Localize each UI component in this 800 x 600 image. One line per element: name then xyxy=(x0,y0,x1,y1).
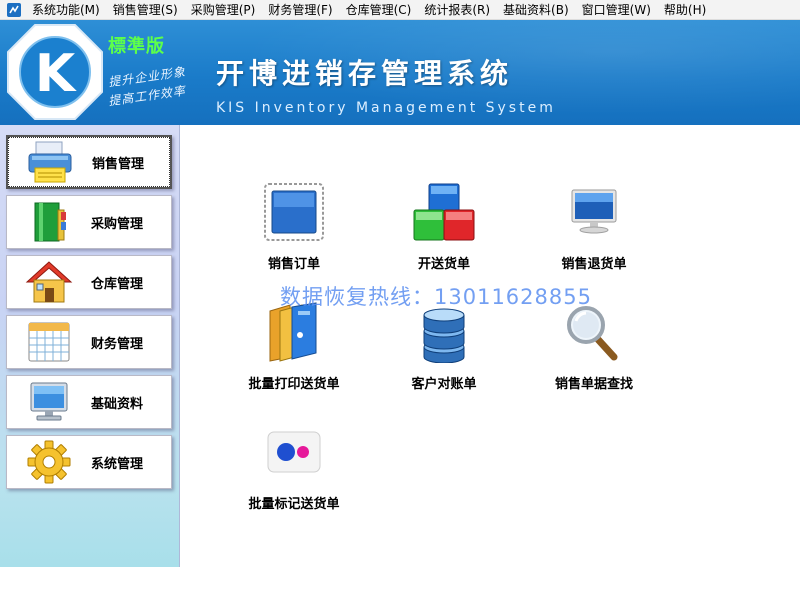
tile-batch-print[interactable]: 批量打印送货单 xyxy=(219,297,369,407)
header-banner: K 標準版 提升企业形象 提高工作效率 开博进销存管理系统 KIS Invent… xyxy=(0,20,800,125)
sidebar-item-warehouse[interactable]: 仓库管理 xyxy=(6,255,172,309)
tile-label: 批量标记送货单 xyxy=(248,497,340,512)
flickr-dots-icon xyxy=(259,417,329,487)
tile-create-delivery[interactable]: 开送货单 xyxy=(369,177,519,287)
menu-reports[interactable]: 统计报表(R) xyxy=(418,0,497,20)
tile-sales-return[interactable]: 销售退货单 xyxy=(519,177,669,287)
calendar-icon xyxy=(21,318,77,366)
sidebar-item-basic-data[interactable]: 基础资料 xyxy=(6,375,172,429)
sidebar: 销售管理 采购管理 仓库管理 财务管理 基础资料 系统管理 xyxy=(0,125,180,567)
house-icon xyxy=(21,258,77,306)
menu-help[interactable]: 帮助(H) xyxy=(658,0,713,20)
sidebar-item-system[interactable]: 系统管理 xyxy=(6,435,172,489)
tile-batch-mark-delivery[interactable]: 批量标记送货单 xyxy=(219,417,369,527)
sidebar-item-finance[interactable]: 财务管理 xyxy=(6,315,172,369)
tile-label: 批量打印送货单 xyxy=(248,377,340,392)
books-icon xyxy=(21,198,77,246)
menu-window[interactable]: 窗口管理(W) xyxy=(576,0,658,20)
tile-sales-doc-search[interactable]: 销售单据查找 xyxy=(519,297,669,407)
logo-letter: K xyxy=(35,44,77,104)
sidebar-item-label: 仓库管理 xyxy=(91,276,144,292)
tile-label: 销售单据查找 xyxy=(554,377,633,392)
blocks-icon xyxy=(409,177,479,247)
sidebar-item-label: 采购管理 xyxy=(91,216,144,232)
menu-bar: 系统功能(M) 销售管理(S) 采购管理(P) 财务管理(F) 仓库管理(C) … xyxy=(0,0,800,20)
sidebar-item-label: 基础资料 xyxy=(91,396,144,412)
gear-icon xyxy=(21,438,77,486)
sidebar-item-label: 系统管理 xyxy=(91,456,144,472)
menu-basic-data[interactable]: 基础资料(B) xyxy=(497,0,576,20)
sidebar-item-purchase[interactable]: 采购管理 xyxy=(6,195,172,249)
menu-system[interactable]: 系统功能(M) xyxy=(26,0,107,20)
edition-label: 標準版 xyxy=(108,36,165,57)
menu-warehouse[interactable]: 仓库管理(C) xyxy=(340,0,419,20)
tile-sales-order[interactable]: 销售订单 xyxy=(219,177,369,287)
tile-customer-statement[interactable]: 客户对账单 xyxy=(369,297,519,407)
menu-sales[interactable]: 销售管理(S) xyxy=(107,0,185,20)
menu-finance[interactable]: 财务管理(F) xyxy=(262,0,339,20)
menu-purchase[interactable]: 采购管理(P) xyxy=(185,0,263,20)
printer-icon xyxy=(22,138,78,186)
app-subtitle: KIS Inventory Management System xyxy=(216,100,556,116)
tile-label: 销售订单 xyxy=(267,257,320,272)
main-panel: 销售订单 开送货单 销售退货单 批量打印送货单 客户对账单 销售单据查找 批量标… xyxy=(181,125,800,567)
sidebar-item-label: 财务管理 xyxy=(91,336,144,352)
tile-label: 客户对账单 xyxy=(411,377,477,392)
monitor-icon xyxy=(21,378,77,426)
monitor-icon xyxy=(559,177,629,247)
app-menu-icon[interactable] xyxy=(6,2,22,17)
app-title: 开博进销存管理系统 xyxy=(216,57,514,90)
tile-label: 开送货单 xyxy=(417,257,470,272)
kis-logo-icon: K xyxy=(6,23,104,121)
sidebar-item-sales[interactable]: 销售管理 xyxy=(6,135,172,189)
status-area xyxy=(0,567,800,600)
tile-label: 销售退货单 xyxy=(561,257,627,272)
recovery-hotline-watermark: 数据恢复热线：13011628855 xyxy=(280,285,592,309)
stamp-icon xyxy=(259,177,329,247)
sidebar-item-label: 销售管理 xyxy=(92,156,145,172)
